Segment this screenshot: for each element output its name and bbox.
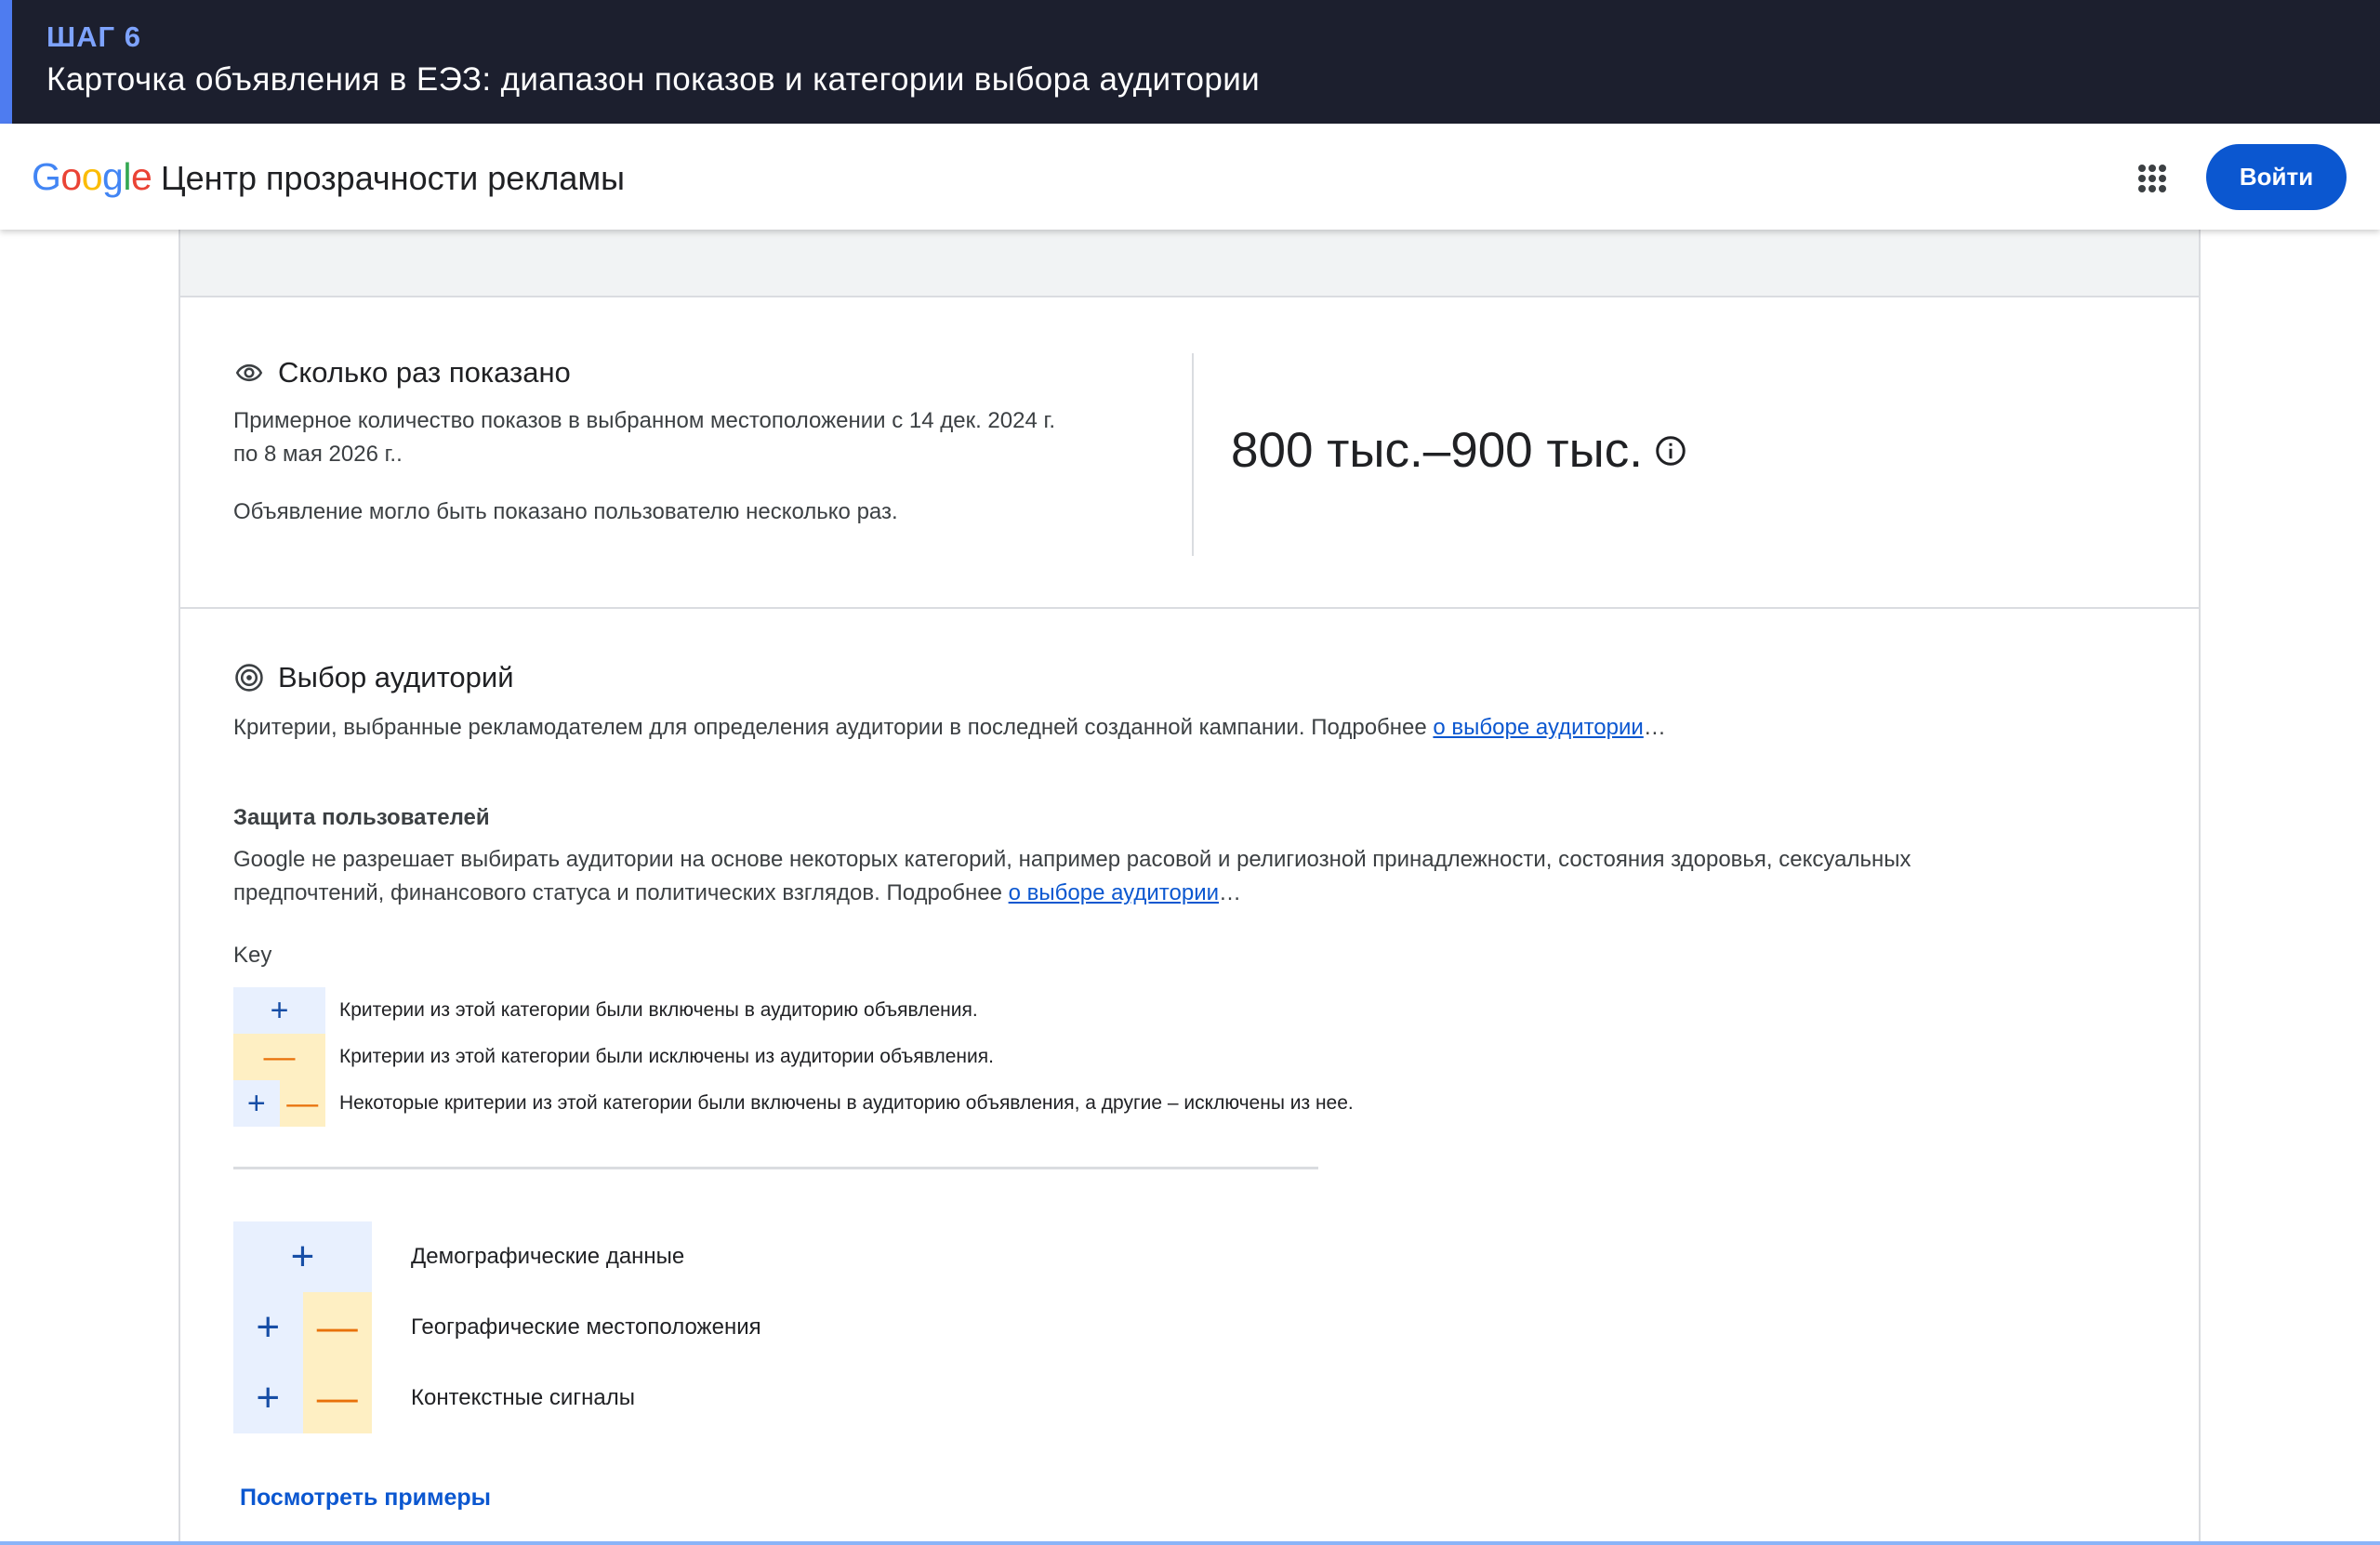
apps-grid-icon[interactable] bbox=[2138, 165, 2166, 192]
site-header: Google Центр прозрачности рекламы Войти bbox=[0, 124, 2380, 230]
key-item-text: Критерии из этой категории были включены… bbox=[339, 999, 978, 1021]
user-protection-heading: Защита пользователей bbox=[233, 805, 490, 830]
minus-icon: — bbox=[279, 1080, 325, 1127]
minus-icon: — bbox=[302, 1363, 372, 1433]
google-logo[interactable]: Google bbox=[32, 155, 152, 199]
step-banner: ШАГ 6 Карточка объявления в ЕЭЗ: диапазо… bbox=[0, 0, 2380, 124]
protection-learn-more-link[interactable]: о выборе аудитории bbox=[1009, 880, 1219, 905]
plus-icon: + bbox=[233, 1221, 372, 1292]
vertical-divider bbox=[1192, 353, 1194, 556]
minus-icon: — bbox=[233, 1034, 325, 1080]
impressions-heading: Сколько раз показано bbox=[233, 356, 571, 390]
card-top-strip bbox=[180, 230, 2199, 297]
key-divider bbox=[233, 1167, 1318, 1169]
eye-icon bbox=[235, 363, 263, 382]
key-item-text: Критерии из этой категории были исключен… bbox=[339, 1046, 994, 1067]
target-icon bbox=[235, 664, 263, 692]
plus-icon: + bbox=[233, 1080, 280, 1127]
audience-heading-text: Выбор аудиторий bbox=[278, 661, 514, 693]
step-title: Карточка объявления в ЕЭЗ: диапазон пока… bbox=[46, 61, 1261, 98]
plus-icon: + bbox=[233, 987, 325, 1034]
impressions-description: Примерное количество показов в выбранном… bbox=[233, 408, 1055, 467]
category-label: Демографические данные bbox=[411, 1244, 685, 1269]
category-row-geo: + — Географические местоположения bbox=[233, 1292, 761, 1363]
plus-icon: + bbox=[233, 1292, 303, 1363]
user-protection-text: Google не разрешает выбирать аудитории н… bbox=[233, 847, 1911, 905]
category-row-demographics: + Демографические данные bbox=[233, 1221, 684, 1292]
audience-heading: Выбор аудиторий bbox=[233, 661, 514, 694]
key-label: Key bbox=[233, 943, 272, 968]
category-label: Географические местоположения bbox=[411, 1314, 761, 1340]
sign-in-button[interactable]: Войти bbox=[2206, 144, 2347, 210]
impressions-heading-text: Сколько раз показано bbox=[278, 356, 571, 389]
info-icon[interactable] bbox=[1654, 434, 1687, 468]
audience-section: Выбор аудиторий Критерии, выбранные рекл… bbox=[180, 611, 2199, 1545]
impressions-range: 800 тыс.–900 тыс. bbox=[1231, 422, 1687, 479]
bottom-accent-line bbox=[0, 1541, 2380, 1545]
key-item-mixed: + — Некоторые критерии из этой категории… bbox=[233, 1080, 1354, 1127]
category-label: Контекстные сигналы bbox=[411, 1385, 635, 1410]
category-row-context: + — Контекстные сигналы bbox=[233, 1363, 635, 1433]
site-title[interactable]: Центр прозрачности рекламы bbox=[161, 159, 625, 198]
minus-icon: — bbox=[302, 1292, 372, 1363]
key-item-excluded: — Критерии из этой категории были исключ… bbox=[233, 1034, 994, 1080]
key-item-included: + Критерии из этой категории были включе… bbox=[233, 987, 978, 1034]
step-accent-bar bbox=[0, 0, 12, 124]
page-content: Сколько раз показано Примерное количеств… bbox=[0, 230, 2380, 1545]
plus-icon: + bbox=[233, 1363, 303, 1433]
step-number: ШАГ 6 bbox=[46, 20, 141, 53]
impressions-note: Объявление могло быть показано пользоват… bbox=[233, 499, 898, 524]
key-item-text: Некоторые критерии из этой категории был… bbox=[339, 1092, 1354, 1114]
ad-card: Сколько раз показано Примерное количеств… bbox=[178, 230, 2201, 1545]
audience-learn-more-link[interactable]: о выборе аудитории bbox=[1433, 715, 1643, 740]
impressions-range-value: 800 тыс.–900 тыс. bbox=[1231, 423, 1643, 478]
view-examples-link[interactable]: Посмотреть примеры bbox=[240, 1485, 491, 1512]
impressions-section: Сколько раз показано Примерное количеств… bbox=[180, 297, 2199, 609]
audience-description: Критерии, выбранные рекламодателем для о… bbox=[233, 715, 1666, 740]
